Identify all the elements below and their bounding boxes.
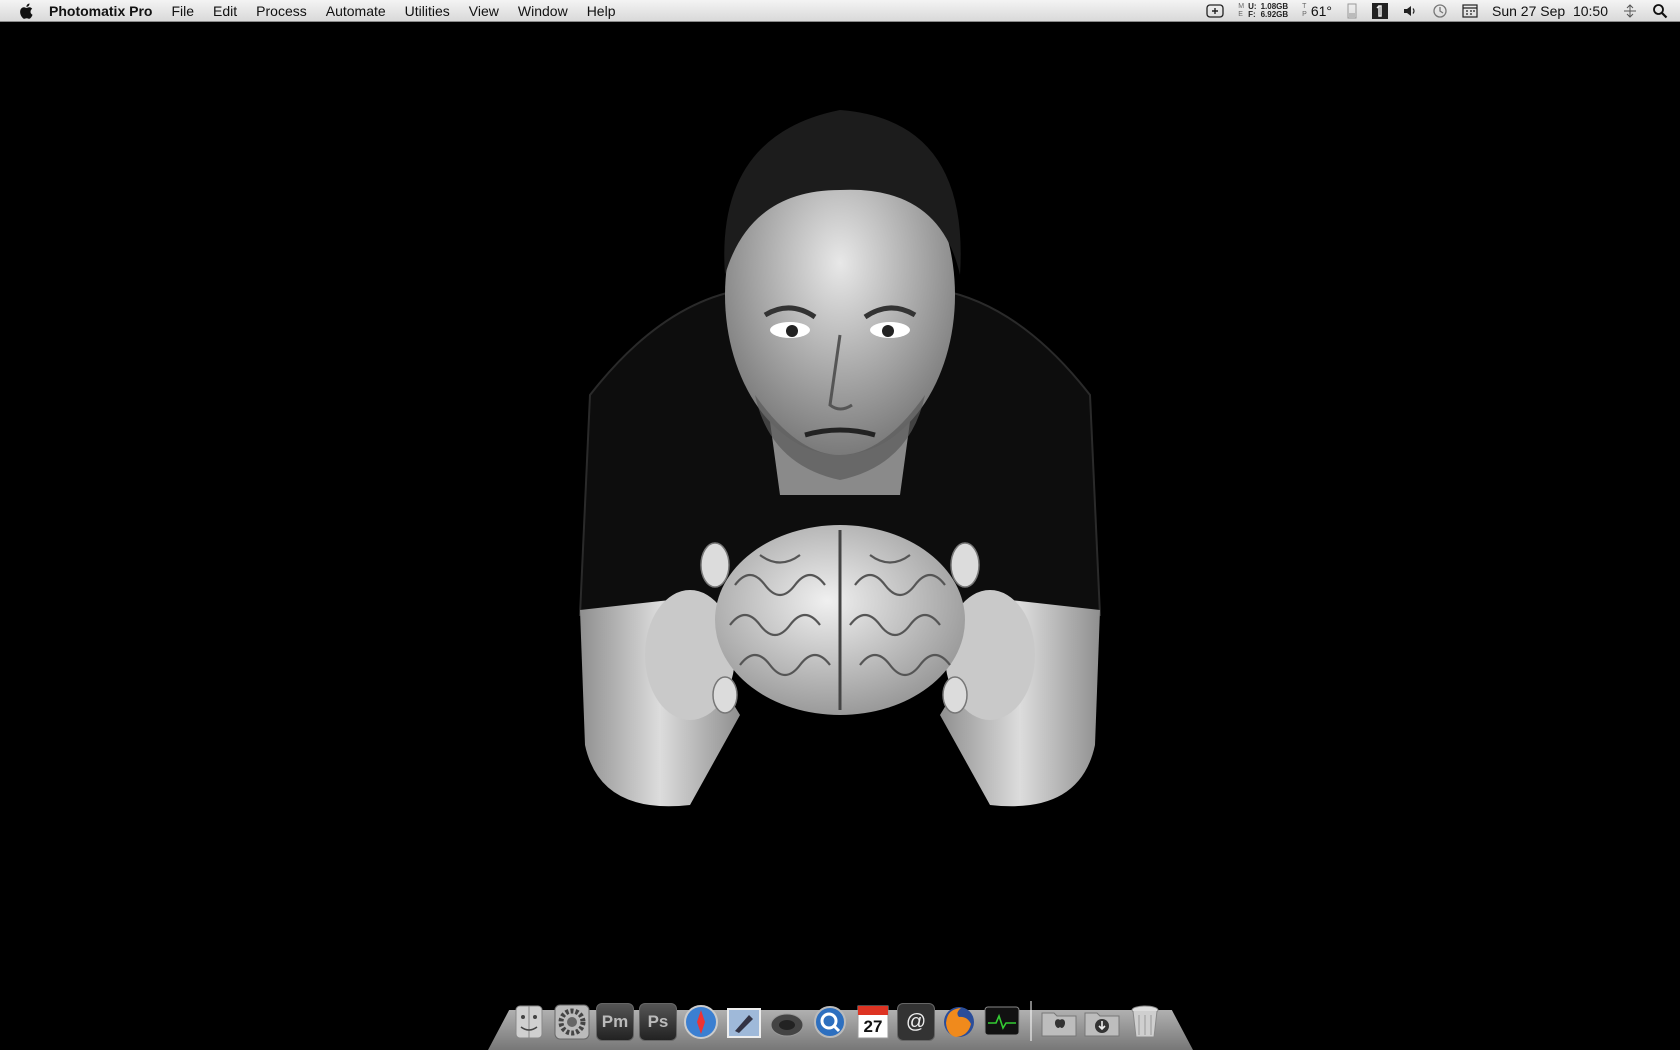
menu-clock[interactable]: Sun 27 Sep 10:50	[1492, 3, 1608, 19]
mem-free-value: 6.92GB	[1260, 9, 1289, 19]
memory-monitor[interactable]: M E U: F: 1.08GB 6.92GB	[1238, 2, 1289, 19]
network-icon[interactable]	[1622, 3, 1638, 18]
spaces-icon[interactable]	[1372, 2, 1388, 19]
quicktime-icon[interactable]	[811, 1003, 849, 1041]
mem-label-2: E	[1238, 10, 1243, 18]
applications-folder-icon[interactable]	[1040, 1003, 1078, 1041]
menu-file[interactable]: File	[171, 3, 194, 19]
menu-process[interactable]: Process	[256, 3, 307, 19]
volume-icon[interactable]	[1402, 4, 1418, 18]
system-preferences-icon[interactable]	[553, 1003, 591, 1041]
trash-icon[interactable]	[1126, 1003, 1164, 1041]
menu-view[interactable]: View	[469, 3, 499, 19]
time-machine-icon[interactable]	[1432, 3, 1448, 19]
photoshop-icon[interactable]: Ps	[639, 1003, 677, 1041]
temp-label-2: P	[1302, 10, 1307, 18]
battery-level-icon[interactable]	[1346, 3, 1358, 19]
mem-label-1: M	[1238, 2, 1245, 10]
calendar-status-icon[interactable]	[1462, 3, 1478, 18]
apple-menu-icon[interactable]	[17, 1, 37, 21]
speaker-icon[interactable]	[768, 1003, 806, 1041]
temperature-monitor[interactable]: T P 61°	[1302, 3, 1332, 19]
desktop-wallpaper	[578, 110, 1102, 807]
address-book-icon[interactable]: @	[897, 1003, 935, 1041]
temperature-value: 61°	[1310, 2, 1332, 19]
temp-label-1: T	[1302, 2, 1307, 10]
photoshop-label: Ps	[647, 1012, 669, 1031]
safari-icon[interactable]	[682, 1003, 720, 1041]
add-status-icon[interactable]	[1206, 3, 1224, 18]
firefox-icon[interactable]	[940, 1003, 978, 1041]
photomatix-label: Pm	[601, 1012, 629, 1031]
menu-edit[interactable]: Edit	[213, 3, 237, 19]
menu-bar: Photomatix Pro File Edit Process Automat…	[0, 0, 1680, 22]
dock-separator	[1030, 1001, 1032, 1041]
menu-help[interactable]: Help	[587, 3, 616, 19]
mail-icon[interactable]	[725, 1003, 763, 1041]
dock: Pm Ps 27 @	[510, 993, 1169, 1041]
calendar-day: 27	[863, 1017, 883, 1036]
spotlight-search-icon[interactable]	[1652, 3, 1668, 19]
finder-icon[interactable]	[510, 1003, 548, 1041]
downloads-folder-icon[interactable]	[1083, 1003, 1121, 1041]
calendar-icon[interactable]: 27	[854, 1003, 892, 1041]
menu-automate[interactable]: Automate	[326, 3, 386, 19]
activity-monitor-icon[interactable]	[983, 1003, 1021, 1041]
menu-utilities[interactable]: Utilities	[405, 3, 450, 19]
status-menus: M E U: F: 1.08GB 6.92GB T P 61° Sun 27 S…	[1192, 0, 1680, 22]
app-name-menu[interactable]: Photomatix Pro	[49, 3, 152, 19]
mem-free-label: F:	[1248, 9, 1256, 19]
menu-window[interactable]: Window	[518, 3, 568, 19]
photomatix-icon[interactable]: Pm	[596, 1003, 634, 1041]
address-book-label: @	[905, 1010, 927, 1033]
